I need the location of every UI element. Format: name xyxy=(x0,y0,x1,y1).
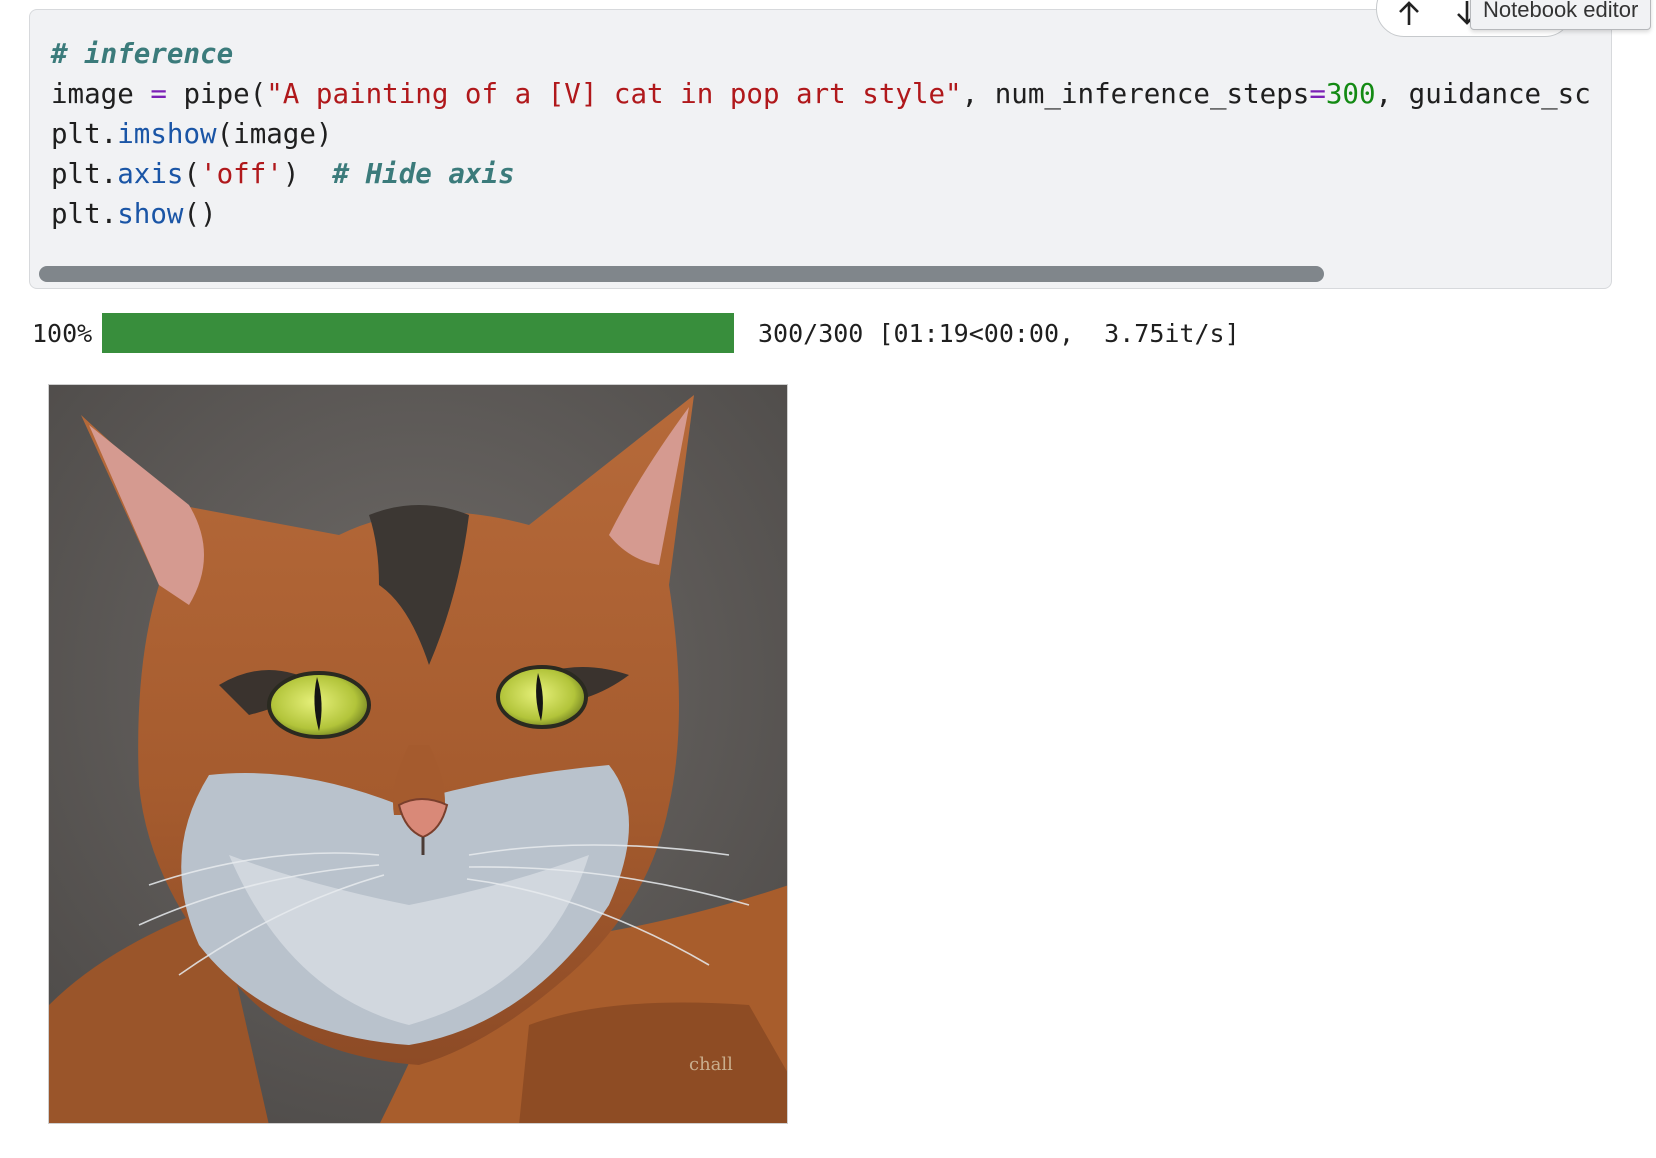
code-token-plain: image xyxy=(51,78,151,110)
progress-bar-fill xyxy=(102,313,734,353)
code-token-plain: (image) xyxy=(216,118,333,150)
progress-output: 100% 300/300 [01:19<00:00, 3.75it/s] xyxy=(32,313,1332,353)
cat-painting-image: chall xyxy=(49,385,787,1123)
code-editor[interactable]: # inference image = pipe("A painting of a… xyxy=(51,34,1591,234)
code-token-plain: () xyxy=(183,198,217,230)
code-token-string: 'off' xyxy=(200,158,283,190)
code-token-func: axis xyxy=(117,158,184,190)
code-token-op: = xyxy=(150,78,167,110)
code-line: plt.show() xyxy=(51,194,1591,234)
code-token-plain: plt. xyxy=(51,198,118,230)
code-token-func: imshow xyxy=(117,118,217,150)
code-token-plain: plt. xyxy=(51,158,118,190)
code-line: plt.imshow(image) xyxy=(51,114,1591,154)
code-line: plt.axis('off') # Hide axis xyxy=(51,154,1591,194)
code-token-plain: plt. xyxy=(51,118,118,150)
progress-percent: 100% xyxy=(32,319,93,348)
tooltip: Notebook editor xyxy=(1470,0,1652,30)
code-token-num: 300 xyxy=(1325,78,1376,110)
code-cell[interactable]: # inference image = pipe("A painting of a… xyxy=(29,9,1612,289)
arrow-up-icon[interactable] xyxy=(1395,0,1423,27)
code-token-plain: , guidance_sc xyxy=(1375,78,1591,110)
code-token-plain: pipe( xyxy=(166,78,267,110)
code-token-plain: ) xyxy=(282,158,333,190)
output-image: chall xyxy=(48,384,788,1124)
code-token-op: = xyxy=(1309,78,1326,110)
progress-stats: 300/300 [01:19<00:00, 3.75it/s] xyxy=(758,319,1240,348)
code-token-plain: ( xyxy=(183,158,201,190)
horizontal-scrollbar[interactable] xyxy=(39,266,1324,282)
code-line: image = pipe("A painting of a [V] cat in… xyxy=(51,74,1591,114)
code-token-plain: , num_inference_steps xyxy=(961,78,1310,110)
code-token-comment: # inference xyxy=(51,38,234,70)
code-token-comment: # Hide axis xyxy=(332,158,515,190)
svg-text:chall: chall xyxy=(689,1054,733,1075)
progress-bar xyxy=(102,313,734,353)
code-line: # inference xyxy=(51,34,1591,74)
code-token-func: show xyxy=(117,198,184,230)
code-token-string: "A painting of a [V] cat in pop art styl… xyxy=(266,78,962,110)
